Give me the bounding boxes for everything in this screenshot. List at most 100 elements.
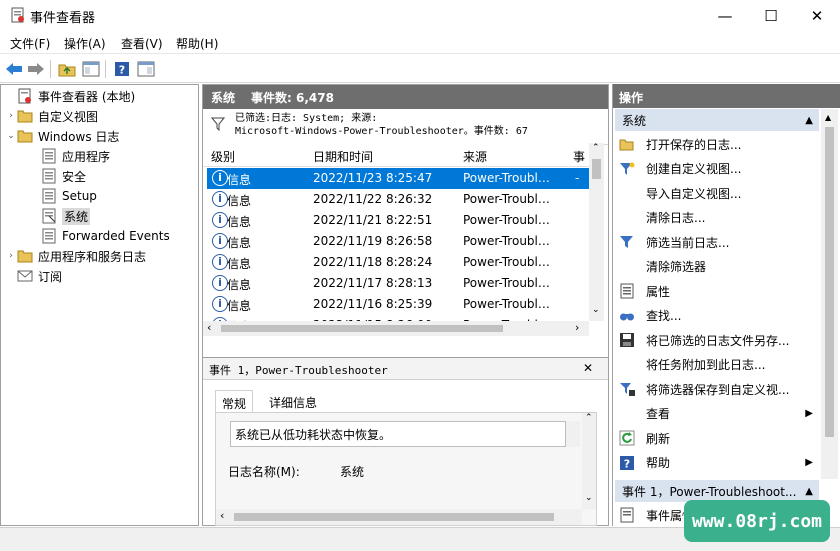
close-button[interactable]: ✕	[794, 0, 840, 31]
tree-item-application[interactable]: 应用程序	[41, 146, 110, 166]
action-item[interactable]: 将筛选器保存到自定义视...	[615, 377, 819, 401]
column-datetime[interactable]: 日期和时间	[313, 148, 373, 165]
detail-horizontal-scrollbar[interactable]: ‹	[216, 509, 582, 525]
forward-arrow-icon[interactable]	[26, 59, 46, 79]
tree-item-app-services-logs[interactable]: › 应用程序和服务日志	[5, 246, 146, 266]
subscription-icon	[17, 268, 33, 284]
actions-section-event[interactable]: 事件 1，Power-Troubleshoot... ▲	[615, 480, 819, 502]
event-viewer-icon	[17, 88, 33, 104]
detail-header: 事件 1，Power-Troubleshooter ✕	[203, 358, 608, 380]
actions-pane: 操作 系统 ▲ 打开保存的日志... 创建自定义视图... 导入自定义视图... 清除…	[612, 84, 840, 526]
column-event-id[interactable]: 事	[573, 148, 585, 165]
properties-icon	[619, 283, 635, 299]
show-hide-tree-icon[interactable]	[81, 59, 101, 79]
filter-icon	[619, 234, 635, 250]
tab-details[interactable]: 详细信息	[263, 390, 323, 412]
toolbar-separator	[105, 60, 106, 78]
grid-vertical-scrollbar[interactable]: ⌃ ⌄	[589, 143, 604, 321]
events-pane: 系统 事件数: 6,478 已筛选:日志: System; 来源: Micros…	[202, 84, 609, 526]
tab-general[interactable]: 常规	[215, 390, 254, 412]
column-source[interactable]: 来源	[463, 148, 487, 165]
scroll-thumb[interactable]	[234, 513, 554, 521]
table-row[interactable]: i 信息 2022/11/16 8:25:39 Power-Troubl…	[207, 294, 589, 315]
back-arrow-icon[interactable]	[4, 59, 24, 79]
scroll-thumb[interactable]	[592, 159, 601, 179]
tree-item-security[interactable]: 安全	[41, 166, 86, 186]
tree-item-system[interactable]: 系统	[41, 206, 91, 226]
menu-help[interactable]: 帮助(H)	[176, 35, 218, 52]
action-item[interactable]: 将任务附加到此日志...	[615, 353, 819, 377]
scroll-left-icon[interactable]: ‹	[207, 321, 211, 334]
maximize-button[interactable]: ☐	[748, 0, 794, 31]
svg-text:?: ?	[624, 457, 630, 470]
help-icon[interactable]: ?	[112, 59, 132, 79]
find-icon	[619, 308, 635, 324]
detail-vertical-scrollbar[interactable]: ⌃ ⌄	[582, 413, 596, 509]
expand-arrow-icon[interactable]: ›	[5, 251, 17, 261]
action-item[interactable]: 查看 ▶	[615, 402, 819, 426]
detail-title: 事件 1，Power-Troubleshooter	[209, 364, 388, 377]
action-item[interactable]: 打开保存的日志...	[615, 132, 819, 156]
cell-datetime: 2022/11/17 8:28:13	[313, 276, 433, 290]
scroll-right-icon[interactable]: ›	[575, 321, 579, 334]
grid-horizontal-scrollbar[interactable]: ‹ ›	[203, 321, 589, 336]
action-item[interactable]: 刷新	[615, 426, 819, 450]
cell-datetime: 2022/11/21 8:22:51	[313, 213, 433, 227]
menu-file[interactable]: 文件(F)	[10, 35, 50, 52]
collapse-section-icon[interactable]: ▲	[805, 115, 813, 126]
collapse-section-icon[interactable]: ▲	[805, 486, 813, 497]
scroll-up-icon[interactable]: ⌃	[585, 413, 593, 423]
action-item[interactable]: 属性	[615, 279, 819, 303]
description-scrollbar[interactable]	[566, 421, 580, 447]
show-action-pane-icon[interactable]	[136, 59, 156, 79]
info-icon: i	[212, 170, 228, 186]
expand-arrow-icon[interactable]: ›	[5, 111, 17, 121]
close-detail-icon[interactable]: ✕	[583, 361, 593, 375]
menu-view[interactable]: 查看(V)	[121, 35, 163, 52]
blank-icon	[619, 210, 635, 226]
collapse-arrow-icon[interactable]: ⌄	[5, 131, 17, 141]
scroll-up-icon[interactable]: ⌃	[592, 143, 600, 153]
actions-scrollbar[interactable]: ▲	[821, 109, 838, 479]
tree-item-subscriptions[interactable]: 订阅	[17, 266, 62, 286]
tree-item-setup[interactable]: Setup	[41, 186, 97, 206]
scroll-left-icon[interactable]: ‹	[220, 509, 224, 522]
filter-icon	[210, 117, 226, 134]
cell-level: 信息	[227, 215, 252, 229]
folder-icon	[17, 128, 33, 144]
tree-item-forwarded-events[interactable]: Forwarded Events	[41, 226, 170, 246]
menu-action[interactable]: 操作(A)	[64, 35, 106, 52]
action-item[interactable]: 清除日志...	[615, 206, 819, 230]
action-item[interactable]: 查找...	[615, 304, 819, 328]
events-header: 系统 事件数: 6,478	[203, 85, 608, 109]
scroll-thumb[interactable]	[825, 127, 834, 437]
up-folder-icon[interactable]	[57, 59, 77, 79]
action-item[interactable]: 将已筛选的日志文件另存...	[615, 328, 819, 352]
menu-bar: 文件(F) 操作(A) 查看(V) 帮助(H)	[0, 31, 840, 53]
table-row[interactable]: i 信息 2022/11/17 8:28:13 Power-Troubl…	[207, 273, 589, 294]
minimize-button[interactable]: —	[702, 0, 748, 31]
table-row[interactable]: i 信息 2022/11/22 8:26:32 Power-Troubl…	[207, 189, 589, 210]
action-item[interactable]: ? 帮助 ▶	[615, 451, 819, 475]
tree-item-custom-views[interactable]: › 自定义视图	[5, 106, 98, 126]
info-icon: i	[212, 254, 228, 270]
grid-header: 级别 日期和时间 来源 事	[203, 143, 589, 167]
scroll-down-icon[interactable]: ⌄	[585, 493, 593, 503]
table-row[interactable]: i 信息 2022/11/23 8:25:47 Power-Troubl… -	[207, 168, 589, 189]
action-item[interactable]: 创建自定义视图...	[615, 157, 819, 181]
column-level[interactable]: 级别	[211, 148, 235, 165]
tree-item-windows-logs[interactable]: ⌄ Windows 日志	[5, 126, 119, 146]
action-item[interactable]: 筛选当前日志...	[615, 230, 819, 254]
scroll-up-icon[interactable]: ▲	[825, 113, 831, 122]
cell-level: 信息	[227, 299, 252, 313]
scroll-down-icon[interactable]: ⌄	[592, 305, 600, 315]
table-row[interactable]: i 信息 2022/11/18 8:28:24 Power-Troubl…	[207, 252, 589, 273]
filter-info-bar: 已筛选:日志: System; 来源: Microsoft-Windows-Po…	[203, 109, 608, 145]
scroll-thumb[interactable]	[221, 325, 503, 332]
action-item[interactable]: 清除筛选器	[615, 255, 819, 279]
table-row[interactable]: i 信息 2022/11/19 8:26:58 Power-Troubl…	[207, 231, 589, 252]
table-row[interactable]: i 信息 2022/11/21 8:22:51 Power-Troubl…	[207, 210, 589, 231]
action-item[interactable]: 导入自定义视图...	[615, 181, 819, 205]
tree-item-root[interactable]: 事件查看器 (本地)	[5, 86, 135, 106]
actions-section-system[interactable]: 系统 ▲	[615, 109, 819, 131]
